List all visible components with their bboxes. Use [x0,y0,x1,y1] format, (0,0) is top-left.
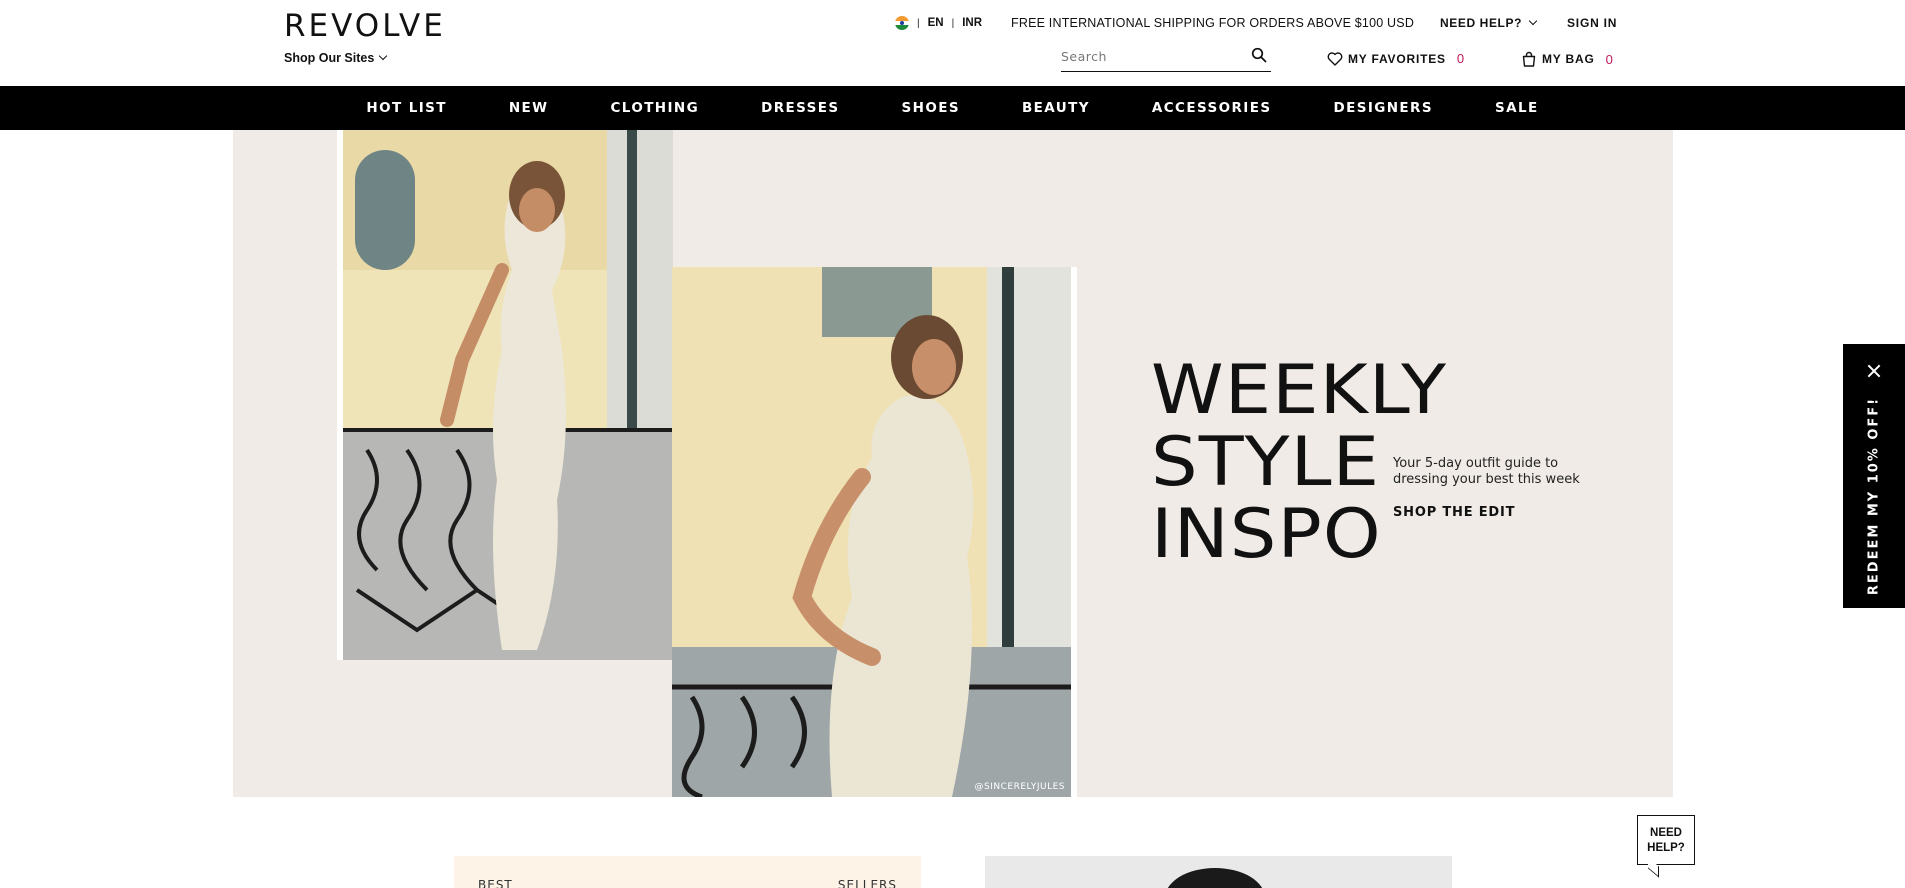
bag-count: 0 [1605,51,1614,67]
photo-credit: @SINCERELYJULES [974,782,1065,792]
india-flag-icon [895,16,909,30]
shipping-banner: FREE INTERNATIONAL SHIPPING FOR ORDERS A… [1011,16,1415,30]
nav-item-hot-list[interactable]: HOT LIST [366,100,446,116]
nav-item-designers[interactable]: DESIGNERS [1333,100,1433,116]
best-sellers-label-right: SELLERS [837,878,897,888]
hero-banner[interactable]: @SINCERELYJULES WEEKLY STYLE INSPO Your … [233,130,1673,797]
hero-title-line-1: WEEKLY [1151,351,1448,430]
hero-subtitle: Your 5-day outfit guide to dressing your… [1393,456,1580,487]
close-icon[interactable] [1867,364,1881,378]
need-help-chat-button[interactable]: NEED HELP? [1637,815,1695,865]
discount-promo-tab[interactable]: REDEEM MY 10% OFF! [1843,344,1905,608]
locale-selector[interactable]: | EN | INR [895,16,982,30]
shopping-bag-icon [1522,51,1536,67]
main-navigation: HOT LIST NEW CLOTHING DRESSES SHOES BEAU… [0,86,1905,130]
search-input[interactable] [1061,44,1241,68]
currency-label: INR [962,17,983,29]
lower-promo-photo[interactable] [985,856,1452,888]
shop-our-sites-label: Shop Our Sites [284,51,375,65]
best-sellers-label-left: BEST [478,878,513,888]
favorites-label: MY FAVORITES [1348,51,1446,66]
favorites-count: 0 [1456,51,1465,66]
search-box [1061,44,1271,72]
nav-item-shoes[interactable]: SHOES [902,100,960,116]
shop-our-sites-dropdown[interactable]: Shop Our Sites [284,51,388,65]
nav-item-dresses[interactable]: DRESSES [761,100,839,116]
nav-item-clothing[interactable]: CLOTHING [610,100,699,116]
shop-the-edit-link[interactable]: SHOP THE EDIT [1393,505,1515,520]
nav-item-beauty[interactable]: BEAUTY [1022,100,1090,116]
my-bag-link[interactable]: MY BAG 0 [1521,51,1614,67]
need-help-label: NEED HELP? [1440,16,1523,30]
nav-item-new[interactable]: NEW [509,100,549,116]
heart-icon [1327,51,1343,66]
my-favorites-link[interactable]: MY FAVORITES 0 [1327,51,1465,66]
need-help-line-2: HELP? [1647,842,1685,854]
chevron-down-icon [379,51,388,61]
hero-title: WEEKLY STYLE INSPO [1151,355,1446,571]
sign-in-link[interactable]: SIGN IN [1567,16,1617,30]
hero-photo-right[interactable]: @SINCERELYJULES [672,267,1077,797]
revolve-logo[interactable]: REVOLVE [284,8,446,44]
redeem-discount-label[interactable]: REDEEM MY 10% OFF! [1867,397,1882,595]
chevron-down-icon [1528,16,1538,26]
search-icon[interactable] [1251,47,1267,63]
language-label: EN [927,17,944,29]
bag-label: MY BAG [1542,52,1595,66]
best-sellers-tile[interactable]: BEST SELLERS [454,856,921,888]
nav-item-sale[interactable]: SALE [1495,100,1539,116]
nav-item-accessories[interactable]: ACCESSORIES [1152,100,1272,116]
need-help-dropdown[interactable]: NEED HELP? [1440,16,1538,30]
need-help-line-1: NEED [1650,827,1682,839]
site-header: REVOLVE Shop Our Sites | EN | INR FREE I… [0,0,1905,86]
hero-photo-left[interactable] [337,130,673,660]
